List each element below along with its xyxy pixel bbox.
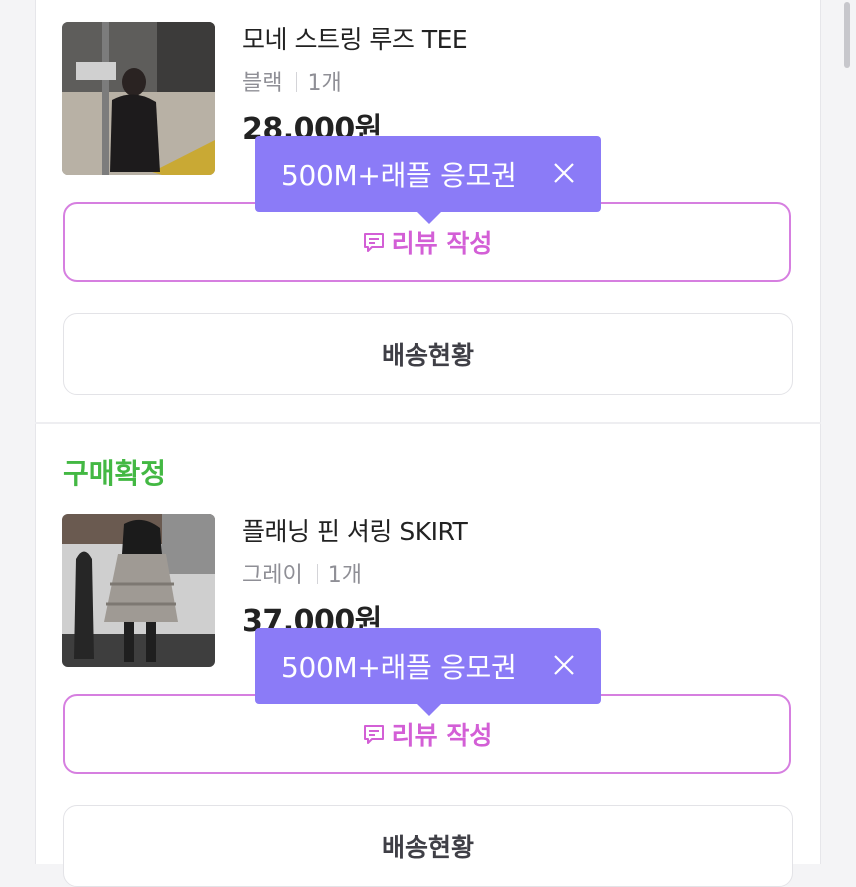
raffle-tooltip-text: 500M+래플 응모권 (281, 651, 517, 684)
product-name[interactable]: 모네 스트링 루즈 TEE (242, 20, 468, 56)
order-status: 구매확정 (63, 457, 167, 490)
raffle-tooltip-2: 500M+래플 응모권 (255, 628, 601, 716)
option-quantity: 1개 (307, 71, 342, 96)
close-icon[interactable] (551, 652, 577, 678)
tooltip-arrow (417, 212, 441, 224)
product-thumbnail-2[interactable] (62, 514, 215, 667)
review-comment-icon (362, 722, 386, 746)
shipping-status-label: 배송현황 (381, 833, 474, 862)
option-separator (296, 72, 298, 92)
product-name[interactable]: 플래닝 핀 셔링 SKIRT (242, 512, 468, 548)
option-separator (316, 564, 318, 584)
raffle-tooltip-text: 500M+래플 응모권 (281, 159, 517, 192)
shipping-status-button[interactable]: 배송현황 (63, 313, 793, 395)
raffle-tooltip-1: 500M+래플 응모권 (255, 136, 601, 224)
write-review-label: 리뷰 작성 (391, 229, 493, 258)
review-comment-icon (362, 230, 386, 254)
shipping-status-button[interactable]: 배송현황 (63, 805, 793, 887)
shipping-status-label: 배송현황 (381, 341, 474, 370)
product-thumbnail-1[interactable] (62, 22, 215, 175)
option-quantity: 1개 (327, 563, 362, 588)
option-color: 블랙 (242, 71, 283, 96)
product-option: 블랙 1개 (242, 65, 342, 97)
product-option: 그레이 1개 (242, 557, 362, 589)
tooltip-arrow (417, 704, 441, 716)
option-color: 그레이 (242, 563, 303, 588)
close-icon[interactable] (551, 160, 577, 186)
scrollbar[interactable] (844, 2, 850, 68)
write-review-label: 리뷰 작성 (391, 721, 493, 750)
